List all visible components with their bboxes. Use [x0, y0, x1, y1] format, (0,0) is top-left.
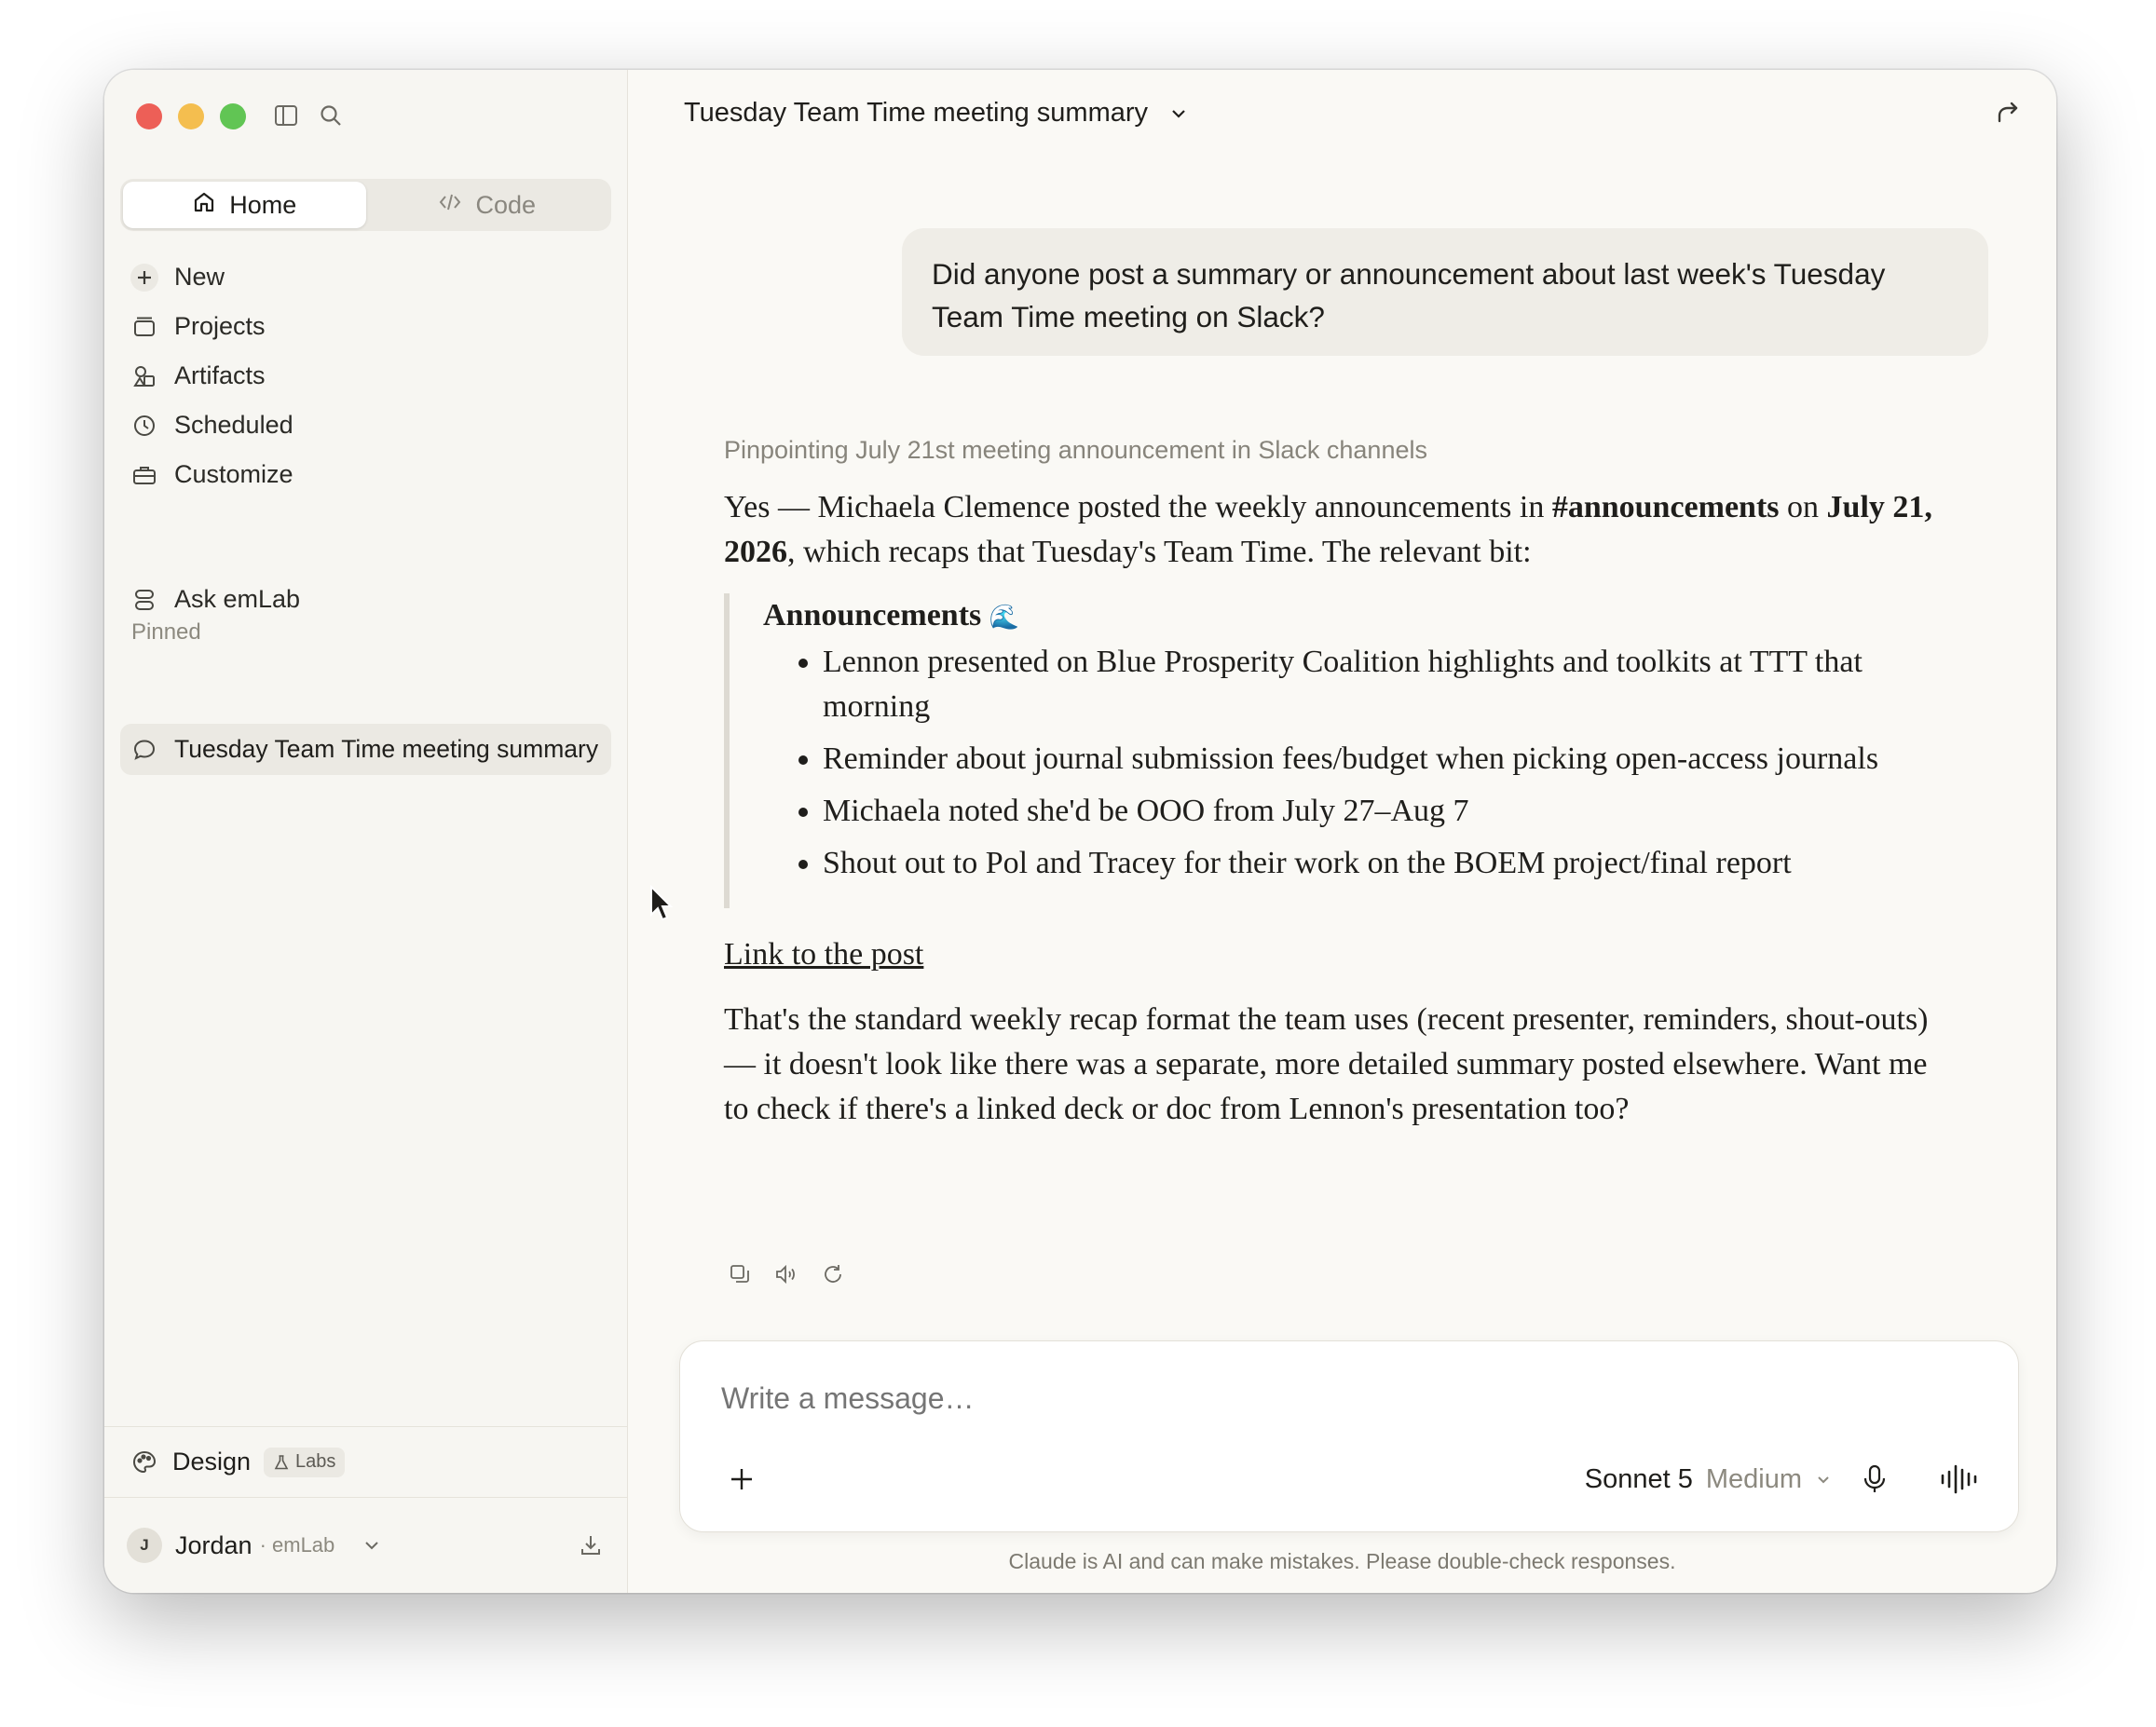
zoom-window-button[interactable] [220, 103, 246, 129]
wave-emoji: 🌊 [989, 604, 1020, 631]
sidebar-item-label: Artifacts [174, 361, 266, 389]
quote-heading: Announcements 🌊 [763, 593, 1944, 640]
download-icon[interactable] [579, 1533, 603, 1557]
clock-icon [130, 411, 159, 441]
announcement-list: Lennon presented on Blue Prosperity Coal… [763, 640, 1944, 886]
design-label: Design [172, 1448, 252, 1475]
briefcase-icon [130, 460, 159, 490]
close-window-button[interactable] [136, 103, 162, 129]
sidebar-item-new[interactable]: New [120, 252, 611, 302]
home-icon [192, 190, 216, 221]
chat-title-menu[interactable]: Tuesday Team Time meeting summary [684, 98, 1189, 129]
microphone-icon[interactable] [1855, 1460, 1894, 1499]
pinned-item-row: Ask emLab [120, 575, 611, 624]
answer-text: , which recaps that Tuesday's Team Time.… [787, 535, 1532, 569]
palette-icon [131, 1449, 157, 1475]
tab-home-label: Home [229, 190, 297, 219]
plus-icon [130, 263, 159, 292]
sidebar-item-label: Projects [174, 312, 266, 340]
chat-bubble-icon [130, 735, 159, 765]
message-composer: Sonnet 5 Medium [679, 1340, 2019, 1532]
sidebar-item-projects[interactable]: Projects [120, 302, 611, 351]
chevron-down-icon [1815, 1472, 1832, 1489]
shapes-icon [130, 361, 159, 391]
labs-badge-label: Labs [295, 1451, 336, 1472]
model-selector[interactable]: Sonnet 5 Medium [1585, 1464, 1832, 1495]
sidebar-toggle-icon[interactable] [270, 100, 302, 131]
list-item: Michaela noted she'd be OOO from July 27… [823, 789, 1944, 834]
post-link[interactable]: Link to the post [724, 932, 1944, 977]
code-icon [438, 190, 462, 221]
model-name: Sonnet 5 [1584, 1464, 1693, 1494]
add-attachment-button[interactable] [723, 1461, 760, 1498]
effort-level: Medium [1705, 1464, 1802, 1494]
tab-code-label: Code [475, 190, 537, 219]
labs-badge: Labs [264, 1447, 346, 1477]
sidebar-item-label: Scheduled [174, 411, 293, 439]
app-window: Home Code New Projects Artifacts Schedul… [104, 70, 2056, 1593]
message-actions [724, 1258, 849, 1290]
answer-paragraph-1: Yes — Michaela Clemence posted the weekl… [724, 485, 1944, 575]
search-icon[interactable] [315, 100, 347, 131]
message-input[interactable] [719, 1380, 1841, 1417]
tab-home[interactable]: Home [123, 182, 366, 228]
answer-text: Yes — Michaela Clemence posted the weekl… [724, 490, 1552, 524]
stack-icon [130, 585, 159, 615]
share-icon[interactable] [1993, 98, 2023, 132]
quoted-announcement: Announcements 🌊 Lennon presented on Blue… [724, 593, 1944, 908]
channel-name: #announcements [1551, 490, 1780, 524]
plus-icon [728, 1465, 756, 1493]
answer-paragraph-2: That's the standard weekly recap format … [724, 1002, 1929, 1126]
list-item: Shout out to Pol and Tracey for their wo… [823, 841, 1944, 886]
list-item: Reminder about journal submission fees/b… [823, 737, 1944, 782]
sidebar-item-label: Customize [174, 460, 293, 488]
sidebar: Home Code New Projects Artifacts Schedul… [104, 70, 628, 1593]
sidebar-item-customize[interactable]: Customize [120, 450, 611, 499]
sidebar-item-label: New [174, 263, 225, 291]
avatar: J [127, 1528, 162, 1563]
chat-main: Tuesday Team Time meeting summary Did an… [628, 70, 2056, 1593]
speaker-icon[interactable] [771, 1258, 802, 1290]
org-name: · emLab [259, 1533, 335, 1557]
pinned-item-ask-emlab[interactable]: Ask emLab [120, 575, 611, 624]
folder-icon [130, 312, 159, 342]
list-item: Lennon presented on Blue Prosperity Coal… [823, 640, 1944, 729]
chevron-down-icon [1168, 103, 1189, 124]
copy-icon[interactable] [724, 1258, 756, 1290]
window-controls [136, 103, 246, 129]
sidebar-item-scheduled[interactable]: Scheduled [120, 401, 611, 450]
quote-heading-text: Announcements [763, 598, 982, 632]
voice-mode-icon[interactable] [1936, 1460, 1983, 1499]
answer-text: on [1779, 490, 1827, 524]
sidebar-nav: New Projects Artifacts Scheduled Customi… [120, 252, 611, 499]
mode-switcher: Home Code [120, 179, 611, 231]
account-row[interactable]: J Jordan · emLab [104, 1497, 627, 1593]
chevron-down-icon [362, 1536, 381, 1555]
recent-chat-item[interactable]: Tuesday Team Time meeting summary [120, 724, 611, 775]
flask-icon [273, 1454, 290, 1471]
page-title: Tuesday Team Time meeting summary [684, 98, 1149, 128]
sidebar-item-artifacts[interactable]: Artifacts [120, 351, 611, 401]
tab-code[interactable]: Code [366, 182, 609, 228]
retry-icon[interactable] [817, 1258, 849, 1290]
user-name: Jordan [175, 1530, 252, 1559]
thinking-summary[interactable]: Pinpointing July 21st meeting announceme… [724, 436, 1427, 465]
pinned-item-label: Ask emLab [174, 585, 301, 613]
disclaimer: Claude is AI and can make mistakes. Plea… [1008, 1549, 1676, 1573]
mouse-cursor-icon [649, 884, 674, 927]
minimize-window-button[interactable] [178, 103, 204, 129]
design-labs-row[interactable]: Design Labs [104, 1426, 627, 1497]
user-message: Did anyone post a summary or announcemen… [902, 228, 1988, 356]
assistant-message: Yes — Michaela Clemence posted the weekl… [724, 485, 1944, 1132]
recent-chat-label: Tuesday Team Time meeting summary [174, 735, 599, 763]
